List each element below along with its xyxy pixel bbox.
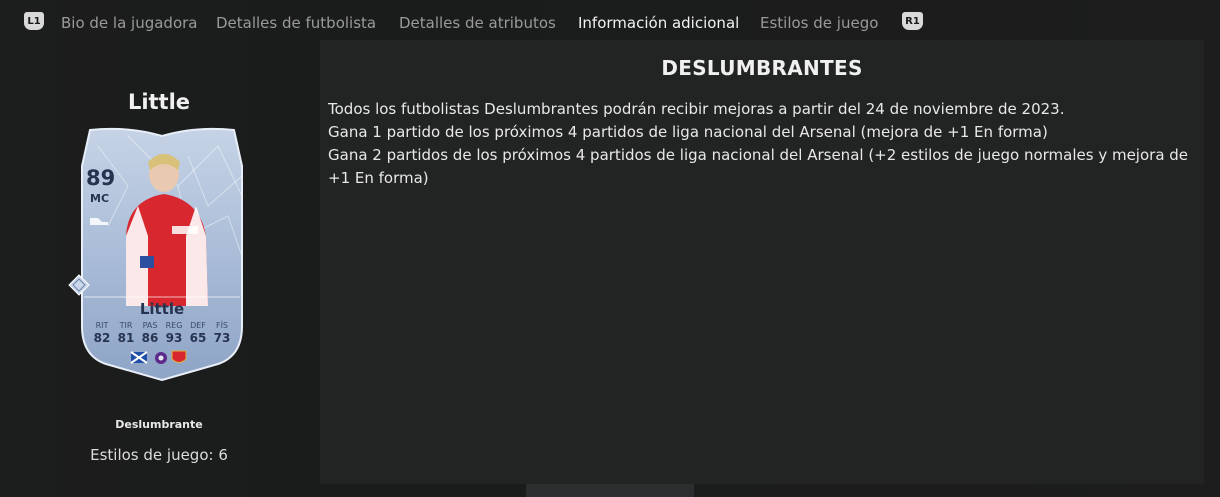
tab-bio[interactable]: Bio de la jugadora xyxy=(61,14,198,32)
card-position: MC xyxy=(90,192,110,205)
screen: L1 Bio de la jugadora Detalles de futbol… xyxy=(0,0,1220,497)
stat-value: 82 xyxy=(93,331,111,345)
stat-pas: PAS 86 xyxy=(138,321,162,345)
info-body: Todos los futbolistas Deslumbrantes podr… xyxy=(328,98,1200,190)
play-styles-count: Estilos de juego: 6 xyxy=(90,446,228,464)
stat-label: PAS xyxy=(142,321,158,330)
league-badge-icon xyxy=(155,352,167,364)
tab-player-details[interactable]: Detalles de futbolista xyxy=(216,14,376,32)
scotland-flag-icon xyxy=(130,351,148,364)
tab-additional-info[interactable]: Información adicional xyxy=(578,14,739,32)
stat-value: 86 xyxy=(141,331,159,345)
club-crest-icon xyxy=(171,350,187,363)
info-title: DESLUMBRANTES xyxy=(661,56,863,80)
stat-fis: FÍS 73 xyxy=(210,321,234,345)
stat-def: DEF 65 xyxy=(186,321,210,345)
card-player-name: Little xyxy=(139,300,185,318)
player-card-column: Little 89 MC Little RIT 82 TIR 81 PAS 86… xyxy=(0,46,318,497)
info-line: Gana 2 partidos de los próximos 4 partid… xyxy=(328,146,1189,187)
stat-value: 93 xyxy=(165,331,183,345)
tab-play-styles[interactable]: Estilos de juego xyxy=(760,14,878,32)
stat-label: DEF xyxy=(190,321,206,330)
stat-value: 73 xyxy=(213,331,231,345)
player-name-heading: Little xyxy=(127,90,191,114)
card-type-label: Deslumbrante xyxy=(115,418,203,431)
tab-attribute-details[interactable]: Detalles de atributos xyxy=(399,14,556,32)
info-line: Gana 1 partido de los próximos 4 partido… xyxy=(328,123,1048,141)
player-card[interactable]: 89 MC Little RIT 82 TIR 81 PAS 86 REG 93… xyxy=(68,126,256,381)
info-panel: DESLUMBRANTES Todos los futbolistas Desl… xyxy=(320,40,1204,484)
card-rating: 89 xyxy=(86,166,116,190)
card-stats: RIT 82 TIR 81 PAS 86 REG 93 DEF 65 FÍS 7… xyxy=(90,321,234,345)
stat-label: RIT xyxy=(95,321,109,330)
stat-tir: TIR 81 xyxy=(114,321,138,345)
stat-rit: RIT 82 xyxy=(90,321,114,345)
stat-value: 81 xyxy=(117,331,135,345)
info-line: Todos los futbolistas Deslumbrantes podr… xyxy=(328,100,1065,118)
stat-value: 65 xyxy=(189,331,207,345)
stat-reg: REG 93 xyxy=(162,321,186,345)
stat-label: FÍS xyxy=(215,321,229,330)
stat-label: REG xyxy=(165,321,183,330)
diamond-icon xyxy=(68,274,90,296)
bottom-scroll-indicator xyxy=(526,484,694,497)
stat-label: TIR xyxy=(119,321,133,330)
r1-button[interactable]: R1 xyxy=(902,12,923,30)
l1-button[interactable]: L1 xyxy=(24,12,44,30)
